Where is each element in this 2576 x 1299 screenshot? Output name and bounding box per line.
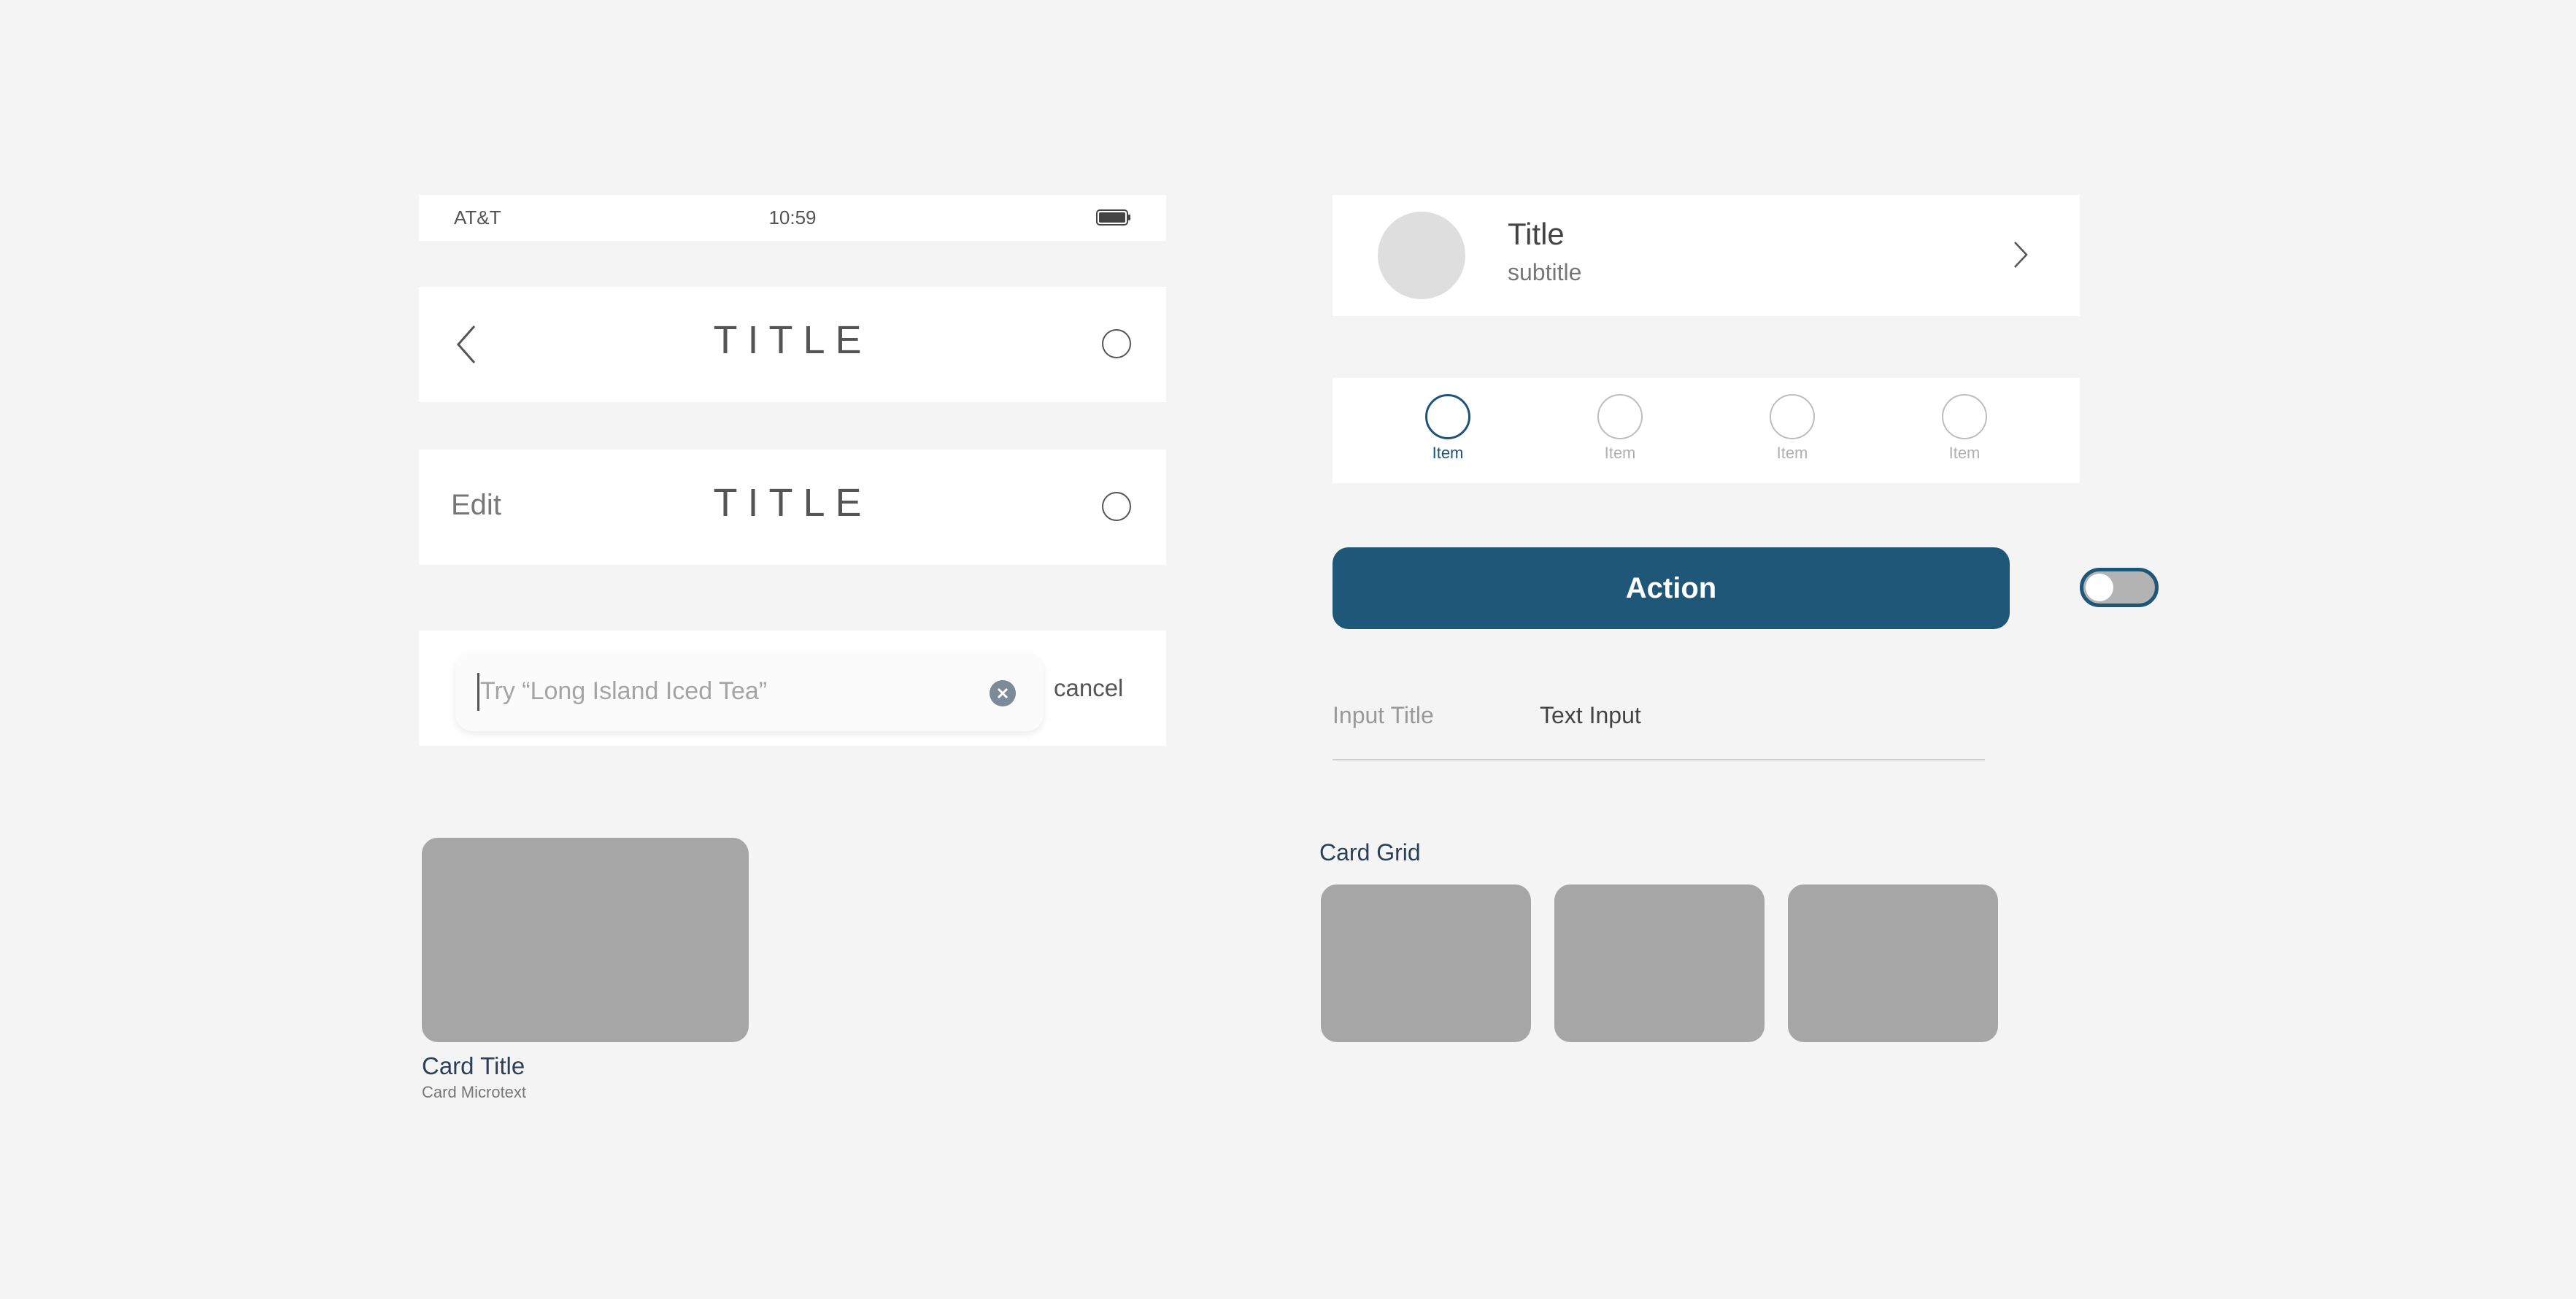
tab-label: Item xyxy=(1604,444,1636,462)
tab-circle-icon xyxy=(1770,394,1815,439)
avatar xyxy=(1378,212,1465,299)
list-item-title: Title xyxy=(1508,217,1565,251)
tab-label: Item xyxy=(1432,444,1464,462)
tab-label: Item xyxy=(1948,444,1981,462)
chevron-right-icon xyxy=(2014,242,2028,268)
tab-item[interactable]: Item xyxy=(1404,394,1492,463)
tab-label: Item xyxy=(1776,444,1808,462)
tab-circle-icon xyxy=(1942,394,1987,439)
tab-item[interactable]: Item xyxy=(1576,394,1664,463)
search-bar: cancel xyxy=(419,631,1166,746)
tab-item[interactable]: Item xyxy=(1921,394,2008,463)
card-image[interactable] xyxy=(422,838,749,1042)
grid-card[interactable] xyxy=(1788,884,1998,1042)
nav-title: TITLE xyxy=(713,481,872,525)
search-input[interactable] xyxy=(480,671,976,711)
circle-icon[interactable] xyxy=(1102,492,1131,521)
cancel-button[interactable]: cancel xyxy=(1054,674,1123,702)
card-grid-label: Card Grid xyxy=(1319,839,1421,866)
grid-card[interactable] xyxy=(1554,884,1765,1042)
tab-circle-icon xyxy=(1597,394,1643,439)
input-underline xyxy=(1333,759,1985,760)
battery-icon xyxy=(1096,209,1130,226)
text-caret xyxy=(477,673,479,711)
input-title: Input Title xyxy=(1333,702,1434,728)
toggle-switch[interactable] xyxy=(2080,568,2159,607)
list-item-subtitle: subtitle xyxy=(1508,259,1582,285)
clear-x-icon[interactable] xyxy=(990,680,1016,706)
search-field[interactable] xyxy=(455,652,1044,731)
tab-circle-icon xyxy=(1425,394,1470,439)
grid-card[interactable] xyxy=(1321,884,1531,1042)
tab-bar: Item Item Item Item xyxy=(1333,378,2080,483)
list-item[interactable]: Title subtitle xyxy=(1333,195,2080,316)
nav-title: TITLE xyxy=(713,318,872,362)
card-title: Card Title xyxy=(422,1052,525,1079)
nav-bar-back: TITLE xyxy=(419,287,1166,402)
nav-bar-edit: Edit TITLE xyxy=(419,450,1166,565)
action-button[interactable]: Action xyxy=(1333,547,2010,629)
status-bar: AT&T 10:59 xyxy=(419,195,1166,241)
card-microtext: Card Microtext xyxy=(422,1083,527,1101)
toggle-knob xyxy=(2086,574,2113,601)
status-time: 10:59 xyxy=(768,207,817,228)
circle-icon[interactable] xyxy=(1102,329,1131,358)
text-input[interactable]: Text Input xyxy=(1540,702,1641,729)
tab-item[interactable]: Item xyxy=(1748,394,1836,463)
